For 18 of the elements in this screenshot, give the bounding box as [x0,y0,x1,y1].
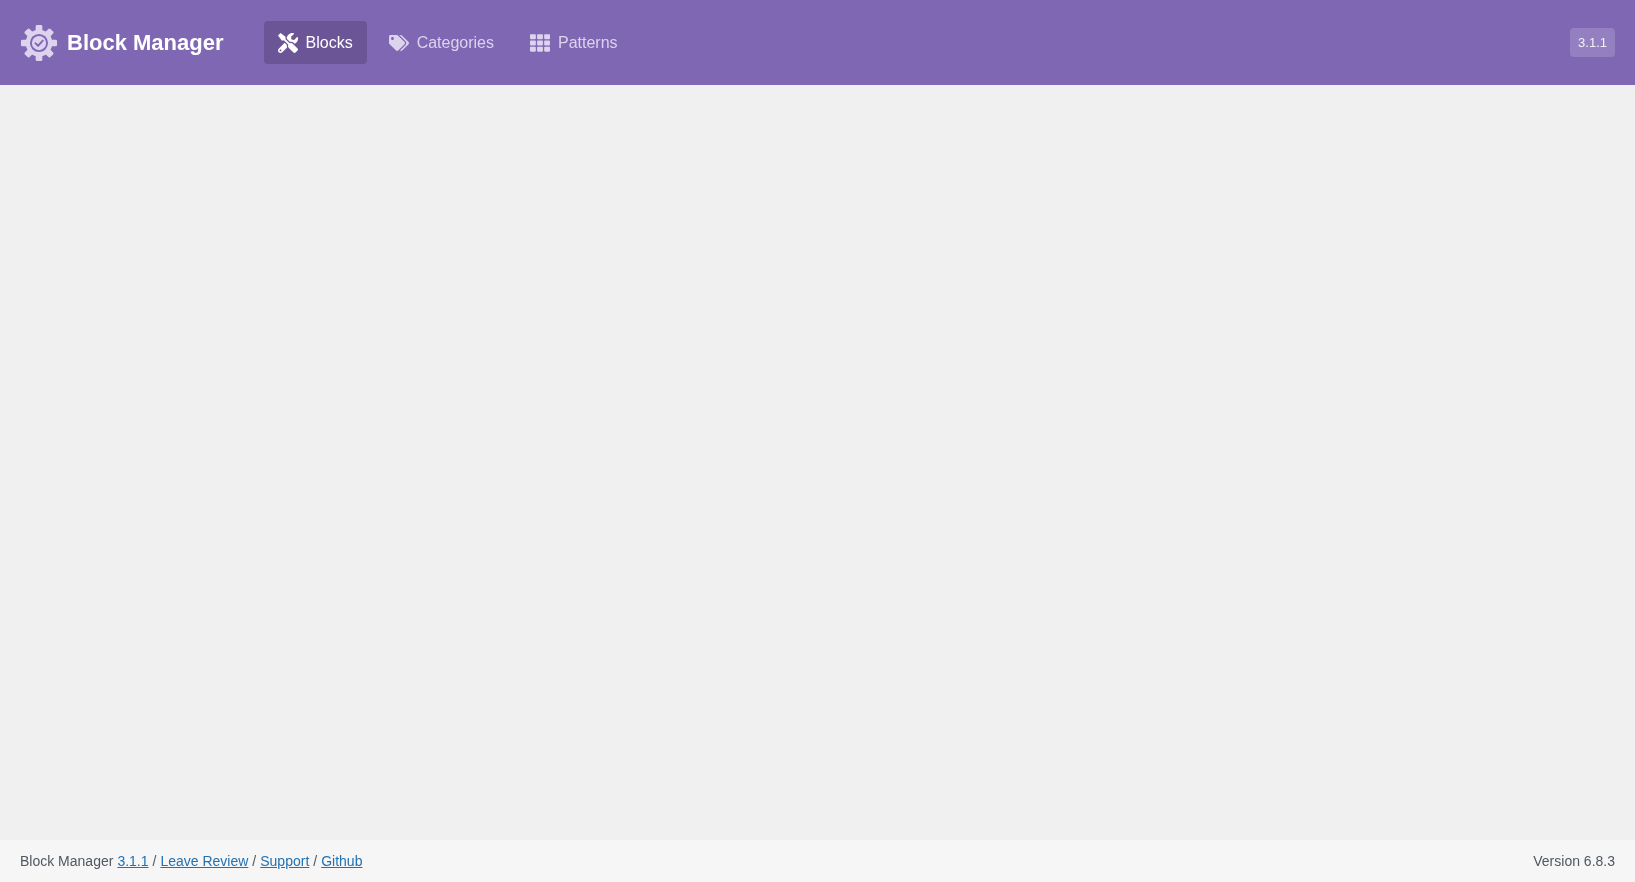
wp-version: Version 6.8.3 [1533,851,1615,871]
nav-tab[interactable]: Patterns [516,21,632,64]
gear-check-icon [20,23,58,62]
nav-tab[interactable]: Categories [374,21,508,64]
tags-icon [388,32,409,53]
footer-link[interactable]: 3.1.1 [117,850,149,872]
app-title: Block Manager [67,29,224,57]
footer-link[interactable]: Support [260,850,310,872]
footer-text: Block Manager [20,851,114,871]
grid-icon [530,32,550,53]
footer-link[interactable]: Github [321,850,363,872]
footer-link[interactable]: Leave Review [160,850,249,872]
nav-tab[interactable]: Blocks [263,21,367,64]
separator: / [252,851,257,871]
version-badge: 3.1.1 [1570,27,1615,58]
tools-icon [277,32,298,53]
separator: / [313,851,318,871]
separator: / [152,851,157,871]
